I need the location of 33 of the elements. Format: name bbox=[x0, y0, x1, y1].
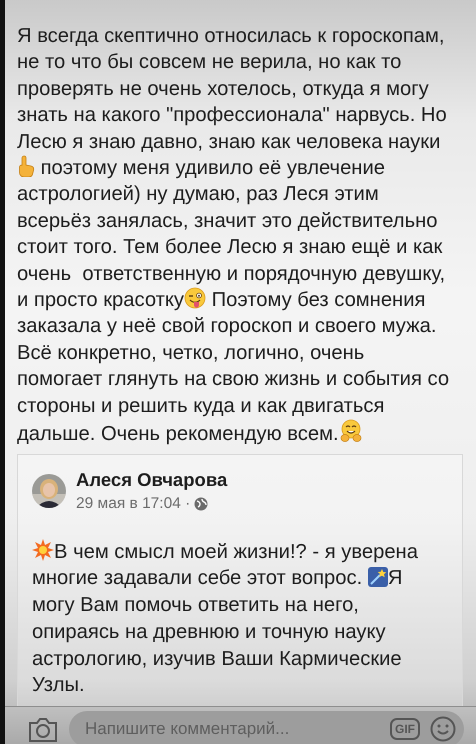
post-text: заказала у неё свой гороскоп и своего мужа. bbox=[17, 315, 436, 338]
smiley-icon[interactable] bbox=[430, 716, 456, 742]
post-date[interactable]: 29 мая в 17:04 · bbox=[76, 494, 190, 512]
post-text: Я bbox=[388, 567, 402, 590]
post-text: поэтому меня удивило её увлечение bbox=[40, 157, 385, 180]
post-text: Лесю я знаю давно, знаю как человека науки bbox=[17, 130, 440, 153]
hugging-face-icon bbox=[338, 419, 363, 444]
post-text: знать на какого "профессионала" нарвусь. Но bbox=[17, 104, 447, 126]
burst-icon bbox=[32, 538, 54, 560]
post-text: и просто красотку bbox=[17, 289, 184, 312]
pointing-hand-icon bbox=[17, 155, 35, 178]
post-text: Поэтому без сомнения bbox=[210, 289, 426, 312]
winking-face-icon bbox=[184, 287, 206, 310]
post-text: стороны и решить куда и как двигаться bbox=[17, 394, 384, 417]
post-text: многие задавали себе этот вопрос. bbox=[32, 567, 364, 590]
post-text: проверять не очень хотелось, откуда я могу bbox=[17, 78, 429, 100]
post-text: могу Вам помочь ответить на него, bbox=[32, 594, 359, 616]
post-text: опираясь на древнюю и точную науку bbox=[32, 620, 386, 643]
post-text: помогает глянуть на свою жизнь и события со bbox=[17, 368, 450, 390]
post-text: очень ответственную и порядочную девушку, bbox=[17, 262, 446, 285]
post-text: стоит того. Тем более Лесю я знаю ещё и как bbox=[17, 236, 442, 258]
post-text: Всё конкретно, четко, логично, очень bbox=[17, 342, 364, 364]
post-text: Я всегда скептично относилась к гороскопам, bbox=[17, 25, 444, 47]
post-text: астрологией) ну думаю, раз Леся этим bbox=[17, 183, 379, 206]
post-text: Узлы. bbox=[32, 674, 85, 696]
post-text: дальше. Очень рекомендую всем. bbox=[17, 423, 339, 446]
comment-field[interactable]: Напишите комментарий... GIF bbox=[69, 710, 464, 744]
post-text: В чем смысл моей жизни!? - я уверена bbox=[54, 540, 418, 562]
author-name[interactable]: Алеся Овчарова bbox=[76, 468, 228, 490]
post-text: не то что бы совсем не верила, но как то bbox=[17, 51, 402, 74]
post-text: всерьёз занялась, значит это действительно bbox=[17, 210, 438, 232]
post-text: астрологию, изучив Ваши Кармические bbox=[32, 648, 402, 670]
gif-button[interactable]: GIF bbox=[390, 718, 420, 740]
